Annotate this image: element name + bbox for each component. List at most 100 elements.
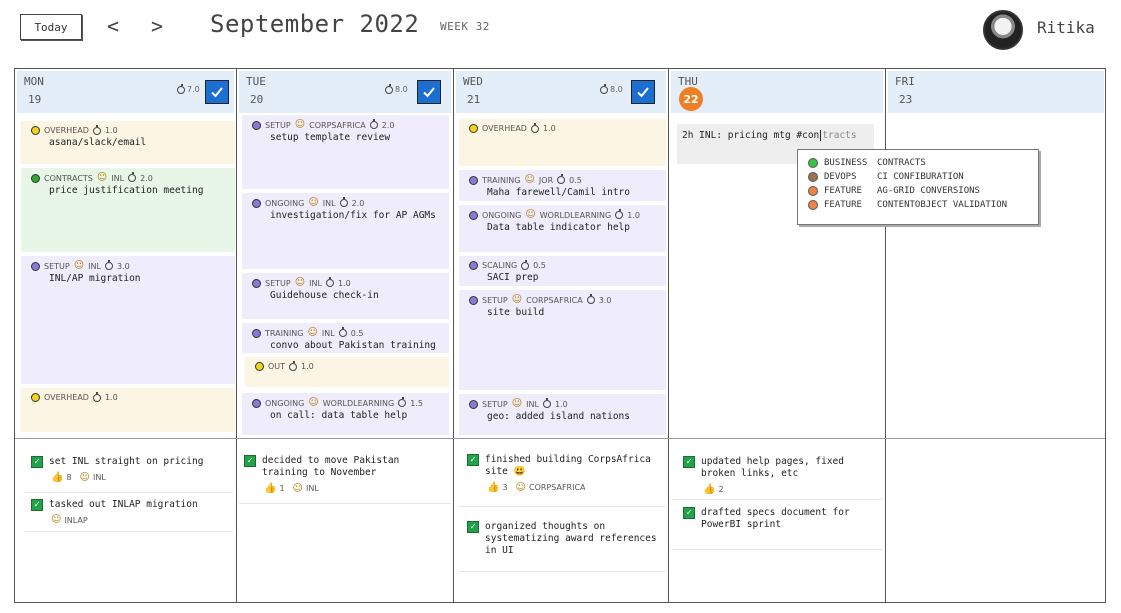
event-card[interactable]: OVERHEAD 1.0 asana/slack/email [21, 121, 235, 164]
client-tag: ☺ INL [79, 471, 106, 483]
tag-suggestion-item[interactable]: FEATURE CONTENTOBJECT VALIDATION [808, 198, 1028, 212]
category-dot-icon [31, 126, 40, 135]
column-divider [453, 69, 454, 602]
accomplishment-item[interactable]: ✓ drafted specs document for PowerBI spri… [683, 507, 883, 537]
event-card[interactable]: OVERHEAD 1.0 [459, 119, 666, 166]
event-card[interactable]: TRAINING ☺ JOR 0.5 Maha farewell/Camil intr… [459, 170, 666, 201]
event-card[interactable]: SETUP ☺ CORPSAFRICA 3.0 site build [459, 290, 666, 390]
today-badge: 22 [679, 87, 703, 111]
event-category: SETUP [265, 120, 291, 130]
event-client: INL [88, 261, 101, 271]
day-header-thu[interactable]: THU 22 [671, 71, 883, 113]
done-check-icon[interactable]: ✓ [31, 456, 43, 468]
event-category: SCALING [482, 261, 518, 270]
event-card[interactable]: ONGOING ☺ WORLDLEARNING 1.0 Data table indi… [459, 205, 666, 252]
clock-icon [92, 391, 101, 402]
event-category: SETUP [44, 261, 70, 271]
likes-count[interactable]: 👍 8 [51, 472, 72, 483]
next-week-button[interactable]: > [151, 12, 163, 40]
accomplishment-item[interactable]: ✓ decided to move Pakistan training to No… [244, 455, 444, 500]
accomplishment-item[interactable]: ✓ organized thoughts on systematizing awa… [467, 521, 667, 563]
smiley-icon: ☺ [73, 260, 85, 271]
avatar[interactable] [983, 10, 1023, 50]
event-client: WORLDLEARNING [322, 398, 395, 408]
likes-count[interactable]: 👍 2 [703, 484, 724, 495]
today-button[interactable]: Today [20, 14, 82, 40]
event-category: SETUP [482, 295, 508, 305]
clock-icon [615, 209, 624, 219]
event-client: JOR [538, 175, 554, 185]
day-number: 23 [899, 93, 913, 106]
done-check-icon[interactable]: ✓ [683, 507, 695, 519]
typed-text: 2h INL: pricing mtg #con [682, 130, 820, 141]
day-complete-checkbox[interactable] [417, 80, 441, 104]
accomplishment-text: updated help pages, fixed broken links, … [701, 456, 844, 479]
divider [671, 549, 883, 550]
smiley-icon: ☺ [79, 471, 90, 483]
accomplishment-item[interactable]: ✓ set INL straight on pricing 👍 8 ☺ INL [31, 456, 231, 489]
tag-suggestion-item[interactable]: FEATURE AG-GRID CONVERSIONS [808, 184, 1028, 198]
prev-week-button[interactable]: < [107, 12, 119, 40]
month-title: September 2022 [210, 10, 420, 38]
tag-category: BUSINESS [824, 158, 868, 168]
tag-name: AG-GRID CONVERSIONS [877, 186, 980, 196]
accomplishment-item[interactable]: ✓ tasked out INLAP migration ☺ INLAP [31, 499, 231, 531]
event-client: CORPSAFRICA [526, 295, 583, 305]
accomplishment-item[interactable]: ✓ updated help pages, fixed broken links,… [683, 456, 883, 501]
day-header-fri[interactable]: FRI 23 [888, 71, 1104, 113]
day-header-tue[interactable]: TUE 20 8.0 [239, 71, 451, 113]
event-card[interactable]: ONGOING ☺ WORLDLEARNING 1.5 on call: data t… [242, 393, 449, 435]
event-card[interactable]: ONGOING ☺ INL 2.0 investigation/fix for AP … [242, 193, 449, 269]
tag-suggestion-item[interactable]: DEVOPS CI CONFIBURATION [808, 170, 1028, 184]
event-title: on call: data table help [270, 410, 408, 421]
event-card[interactable]: SETUP ☺ INL 1.0 Guidehouse check-in [242, 273, 449, 319]
tag-suggestions-dropdown: BUSINESS CONTRACTS DEVOPS CI CONFIBURATION… [797, 149, 1039, 225]
user-name[interactable]: Ritika [1037, 18, 1095, 37]
event-card[interactable]: SETUP ☺ INL 3.0 INL/AP migration [21, 256, 235, 384]
day-header-wed[interactable]: WED 21 8.0 [456, 71, 666, 113]
day-complete-checkbox[interactable] [631, 80, 655, 104]
day-name: WED [463, 75, 483, 88]
event-card[interactable]: CONTRACTS ☺ INL 2.0 price justification mee… [21, 168, 235, 252]
event-hours: 0.5 [533, 261, 546, 270]
event-card[interactable]: SETUP ☺ CORPSAFRICA 2.0 setup template revi… [242, 115, 449, 189]
done-check-icon[interactable]: ✓ [683, 456, 695, 468]
event-category: OVERHEAD [482, 124, 527, 133]
category-dot-icon [469, 210, 478, 220]
category-dot-icon [252, 120, 261, 130]
category-dot-icon [252, 328, 261, 338]
event-hours: 1.0 [104, 126, 118, 135]
day-number: 21 [467, 93, 481, 106]
event-card[interactable]: OVERHEAD 1.0 [21, 388, 235, 432]
done-check-icon[interactable]: ✓ [467, 521, 479, 533]
event-card[interactable]: TRAINING ☺ INL 0.5 convo about Pakistan tra… [242, 323, 449, 353]
likes-count[interactable]: 👍 1 [264, 483, 285, 494]
tag-suggestion-item[interactable]: BUSINESS CONTRACTS [808, 156, 1028, 170]
done-check-icon[interactable]: ✓ [31, 499, 43, 511]
event-client: CORPSAFRICA [309, 120, 366, 130]
day-complete-checkbox[interactable] [205, 80, 229, 104]
day-number: 19 [28, 93, 42, 106]
accomplishment-text: finished building CorpsAfrica site 😃 [485, 454, 651, 477]
clock-icon [521, 259, 530, 270]
clock-icon [369, 119, 378, 129]
category-dot-icon [31, 173, 40, 183]
tag-color-dot-icon [808, 200, 818, 210]
event-card[interactable]: OUT 1.0 [245, 357, 449, 387]
smiley-icon: ☺ [292, 482, 303, 494]
event-hours: 1.0 [554, 399, 568, 409]
week-label: WEEK 32 [440, 20, 490, 33]
event-card[interactable]: SCALING 0.5 SACI prep [459, 256, 666, 286]
day-hours: 8.0 [600, 83, 623, 94]
done-check-icon[interactable]: ✓ [244, 455, 256, 467]
accomplishment-item[interactable]: ✓ finished building CorpsAfrica site 😃 👍 3… [467, 454, 667, 499]
divider [239, 503, 451, 504]
smiley-icon: ☺ [294, 277, 306, 288]
day-header-mon[interactable]: MON 19 7.0 [17, 71, 234, 113]
tag-name: CONTENTOBJECT VALIDATION [877, 200, 1008, 210]
event-card[interactable]: SETUP ☺ INL 1.0 geo: added island nations [459, 394, 666, 435]
done-check-icon[interactable]: ✓ [467, 454, 479, 466]
accomplishment-text: tasked out INLAP migration [49, 499, 198, 510]
thumbs-up-icon: 👍 [703, 484, 716, 495]
likes-count[interactable]: 👍 3 [487, 482, 508, 493]
